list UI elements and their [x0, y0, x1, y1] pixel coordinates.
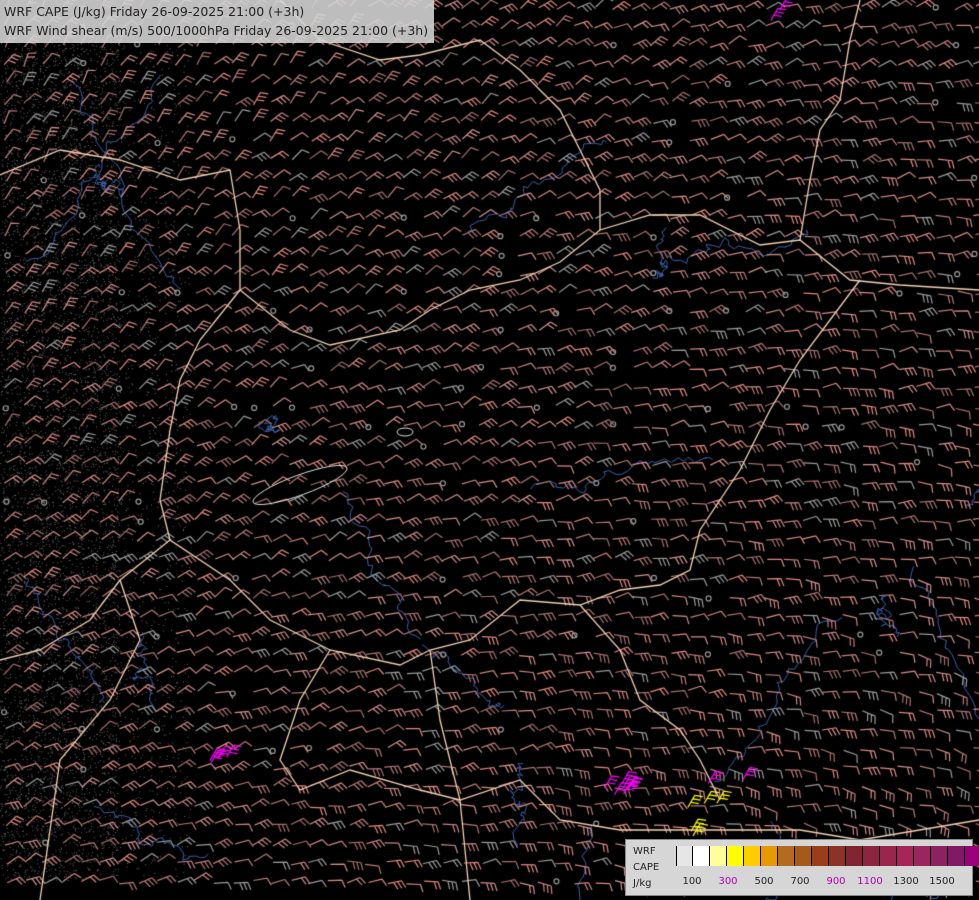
- cape-legend: WRF CAPE J/kg 100 300 500 700 900 1100 1300 150…: [625, 839, 979, 896]
- legend-swatch: [727, 846, 744, 866]
- legend-tick-label: 500: [754, 876, 774, 887]
- legend-swatch: [914, 846, 931, 866]
- legend-tick-label: 700: [790, 876, 810, 887]
- map-title-box: WRF CAPE (J/kg) Friday 26-09-2025 21:00 …: [0, 0, 435, 43]
- legend-swatch: [778, 846, 795, 866]
- legend-swatch: [897, 846, 914, 866]
- cape-title: WRF CAPE (J/kg) Friday 26-09-2025 21:00 …: [4, 4, 305, 19]
- legend-swatch: [744, 846, 761, 866]
- legend-unit: J/kg: [633, 878, 652, 889]
- legend-swatch: [931, 846, 948, 866]
- legend-tick-label: 100: [682, 876, 702, 887]
- legend-swatch: [948, 846, 965, 866]
- legend-swatch: [812, 846, 829, 866]
- wind-shear-title: WRF Wind shear (m/s) 500/1000hPa Friday …: [4, 23, 429, 38]
- legend-swatch: [829, 846, 846, 866]
- legend-swatch: [761, 846, 778, 866]
- legend-tick-label: 300: [718, 876, 738, 887]
- legend-tick-label: 1500: [929, 876, 955, 887]
- legend-tick-label: 1300: [893, 876, 919, 887]
- legend-swatch: [676, 846, 693, 866]
- legend-title-wrf: WRF: [633, 846, 656, 857]
- legend-tick-label: 900: [826, 876, 846, 887]
- legend-tick-labels: 100 300 500 700 900 1100 1300 1500: [676, 876, 976, 890]
- legend-color-scale: [676, 846, 979, 866]
- legend-swatch: [710, 846, 727, 866]
- legend-swatch: [846, 846, 863, 866]
- legend-swatch: [880, 846, 897, 866]
- wind-shear-map: [0, 0, 979, 900]
- legend-title-cape: CAPE: [633, 862, 660, 873]
- legend-swatch: [965, 846, 979, 866]
- legend-swatch: [863, 846, 880, 866]
- legend-tick-label: 1100: [857, 876, 883, 887]
- legend-swatch: [795, 846, 812, 866]
- legend-swatch: [693, 846, 710, 866]
